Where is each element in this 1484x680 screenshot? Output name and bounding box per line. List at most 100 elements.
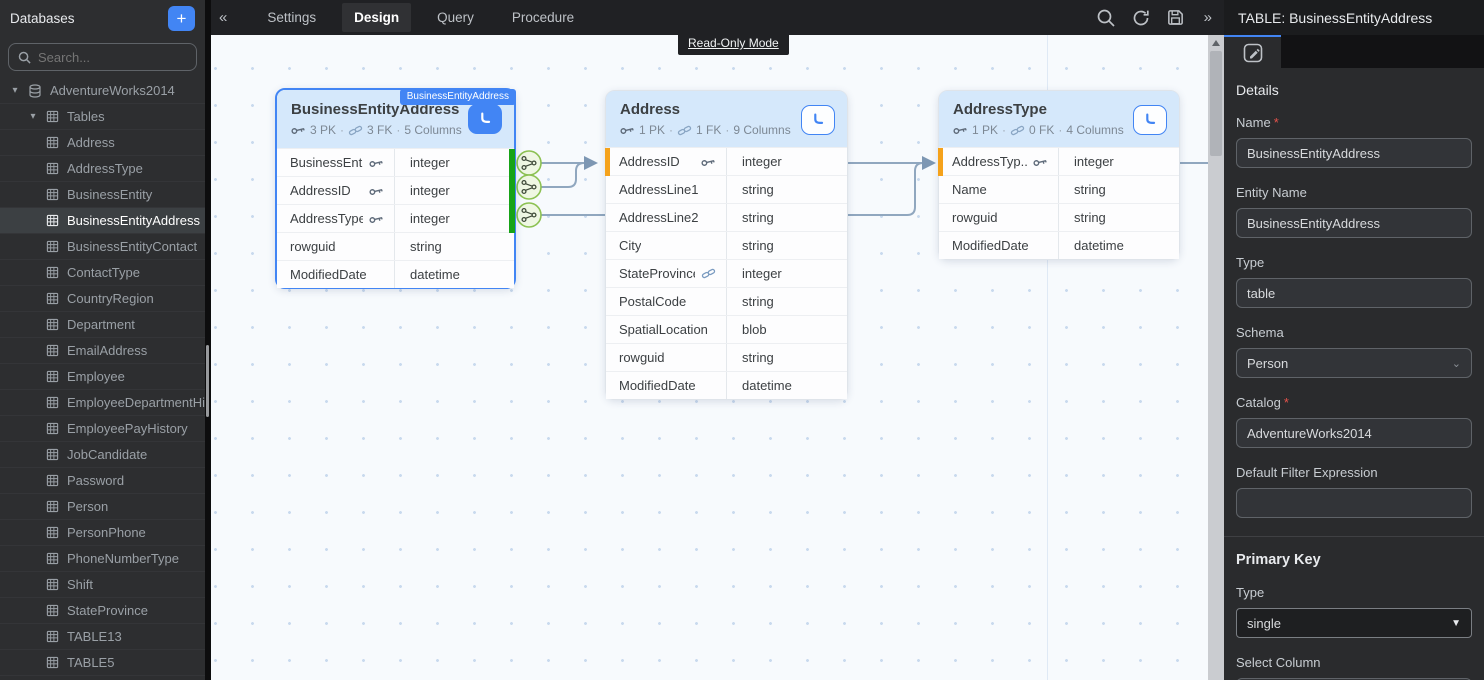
panel-body: Details Name* Entity Name Type Schema Pe…	[1224, 68, 1484, 680]
sidebar-item-address[interactable]: Address	[0, 130, 205, 156]
relation-node-icon	[517, 175, 541, 199]
sidebar-item-person[interactable]: Person	[0, 494, 205, 520]
separator-dot: ·	[396, 123, 400, 137]
column-row[interactable]: PostalCodestring	[606, 287, 847, 315]
filter-expression-field[interactable]	[1236, 488, 1472, 518]
type-field[interactable]	[1236, 278, 1472, 308]
expand-panel-icon[interactable]: »	[1200, 9, 1216, 26]
column-row[interactable]: BusinessEntityIDinteger	[277, 148, 514, 176]
arrowhead-into-address	[584, 156, 598, 170]
sidebar-database-node[interactable]: ▾ AdventureWorks2014	[0, 78, 205, 104]
column-row[interactable]: StateProvinceIDinteger	[606, 259, 847, 287]
relation-highlight-bar	[509, 149, 515, 233]
column-row[interactable]: ModifiedDatedatetime	[939, 231, 1179, 259]
table-icon	[46, 604, 59, 617]
sidebar-item-personphone[interactable]: PersonPhone	[0, 520, 205, 546]
column-row[interactable]: AddressID integer	[606, 147, 847, 175]
column-row[interactable]: AddressTypeIDinteger	[277, 204, 514, 232]
sidebar-item-employeedepartmenthistory[interactable]: EmployeeDepartmentHistory	[0, 390, 205, 416]
entity-name-label: Entity Name	[1236, 185, 1472, 200]
column-row[interactable]: AddressLine2string	[606, 203, 847, 231]
sidebar-item-jobcandidate[interactable]: JobCandidate	[0, 442, 205, 468]
column-type: string	[1074, 182, 1106, 197]
column-type: string	[742, 238, 774, 253]
relations-toggle-button[interactable]	[468, 104, 502, 134]
sidebar-item-employee[interactable]: Employee	[0, 364, 205, 390]
search-icon[interactable]	[1096, 8, 1116, 28]
column-name: AddressTyp...	[952, 154, 1027, 169]
diagram-table-addresstype[interactable]: AddressType 1 PK· 0 FK· 4 Columns Addres…	[938, 90, 1180, 260]
tab-design[interactable]: Design	[342, 3, 411, 32]
tab-edit-details[interactable]	[1224, 35, 1281, 68]
pk-type-select[interactable]: single▼	[1236, 608, 1472, 638]
tab-procedure[interactable]: Procedure	[500, 3, 586, 32]
column-row[interactable]: ModifiedDatedatetime	[606, 371, 847, 399]
table-name: Password	[67, 473, 124, 488]
details-heading: Details	[1236, 68, 1472, 98]
sidebar-item-employeepayhistory[interactable]: EmployeePayHistory	[0, 416, 205, 442]
column-name: AddressID	[619, 154, 680, 169]
diagram-table-address[interactable]: Address 1 PK· 1 FK· 9 Columns AddressIDi…	[605, 90, 848, 400]
primary-key-icon	[953, 125, 968, 135]
sidebar-item-countryregion[interactable]: CountryRegion	[0, 286, 205, 312]
sidebar-item-phonenumbertype[interactable]: PhoneNumberType	[0, 546, 205, 572]
column-row[interactable]: Namestring	[939, 175, 1179, 203]
column-row[interactable]: AddressLine1string	[606, 175, 847, 203]
tab-settings[interactable]: Settings	[255, 3, 328, 32]
canvas-scrollbar[interactable]	[1208, 35, 1224, 680]
sidebar-item-businessentity[interactable]: BusinessEntity	[0, 182, 205, 208]
sidebar-item-businessentityaddress[interactable]: BusinessEntityAddress	[0, 208, 205, 234]
sidebar-item-department[interactable]: Department	[0, 312, 205, 338]
catalog-field[interactable]	[1236, 418, 1472, 448]
refresh-icon[interactable]	[1131, 8, 1151, 28]
column-type: datetime	[1074, 238, 1124, 253]
sidebar-item-businessentitycontact[interactable]: BusinessEntityContact	[0, 234, 205, 260]
column-row[interactable]: SpatialLocationblob	[606, 315, 847, 343]
column-row[interactable]: AddressTyp...integer	[939, 147, 1179, 175]
tab-query[interactable]: Query	[425, 3, 486, 32]
sidebar-tables-group[interactable]: ▾ Tables	[0, 104, 205, 130]
save-icon[interactable]	[1166, 8, 1185, 27]
relations-toggle-button[interactable]	[801, 105, 835, 135]
scrollbar-thumb[interactable]	[1210, 51, 1222, 156]
sidebar-item-stateprovince[interactable]: StateProvince	[0, 598, 205, 624]
collapse-sidebar-icon[interactable]: «	[211, 9, 237, 26]
panel-title: TABLE: BusinessEntityAddress	[1224, 0, 1484, 35]
sidebar-item-table13[interactable]: TABLE13	[0, 624, 205, 650]
pk-type-label: Type	[1236, 585, 1472, 600]
read-only-mode-badge[interactable]: Read-Only Mode	[678, 31, 789, 55]
column-row[interactable]: rowguidstring	[277, 232, 514, 260]
table-name: Department	[67, 317, 135, 332]
column-row[interactable]: AddressIDinteger	[277, 176, 514, 204]
table-name: Shift	[67, 577, 93, 592]
name-field[interactable]	[1236, 138, 1472, 168]
column-row[interactable]: City string	[606, 231, 847, 259]
sidebar-item-contacttype[interactable]: ContactType	[0, 260, 205, 286]
column-row[interactable]: rowguidstring	[939, 203, 1179, 231]
sidebar-item-table5[interactable]: TABLE5	[0, 650, 205, 676]
sidebar-item-password[interactable]: Password	[0, 468, 205, 494]
schema-select[interactable]: Person⌄	[1236, 348, 1472, 378]
sidebar-item-addresstype[interactable]: AddressType	[0, 156, 205, 182]
column-type: integer	[742, 154, 782, 169]
sidebar-search[interactable]	[8, 43, 197, 71]
column-row[interactable]: rowguidstring	[606, 343, 847, 371]
primary-key-icon	[369, 158, 384, 168]
sidebar-item-shift[interactable]: Shift	[0, 572, 205, 598]
diagram-table-businessentityaddress[interactable]: BusinessEntityAddress BusinessEntityAddr…	[275, 88, 516, 289]
sidebar-item-emailaddress[interactable]: EmailAddress	[0, 338, 205, 364]
relations-toggle-button[interactable]	[1133, 105, 1167, 135]
relation-target-bar	[938, 148, 943, 176]
entity-name-field[interactable]	[1236, 208, 1472, 238]
add-database-button[interactable]: +	[168, 6, 195, 31]
diagram-canvas[interactable]: BusinessEntityAddress BusinessEntityAddr…	[211, 35, 1224, 680]
panel-tabs	[1224, 35, 1484, 68]
table-icon	[46, 500, 59, 513]
column-row[interactable]: ModifiedDatedatetime	[277, 260, 514, 288]
scrollbar-thumb[interactable]	[206, 345, 209, 417]
table-name: EmployeePayHistory	[67, 421, 188, 436]
search-input[interactable]	[38, 50, 187, 65]
scrollbar-up-arrow[interactable]	[1208, 35, 1224, 50]
primary-key-icon	[369, 186, 384, 196]
column-name: City	[619, 238, 641, 253]
